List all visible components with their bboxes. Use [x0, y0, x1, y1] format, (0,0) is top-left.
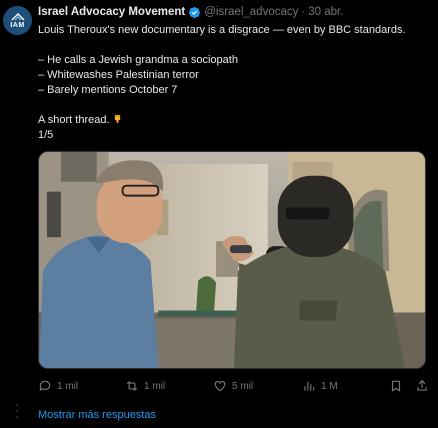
avatar-initials: IAM — [10, 21, 25, 29]
views-button[interactable]: 1 M — [302, 379, 338, 393]
flag-logo-icon — [11, 12, 24, 20]
point-down-emoji-icon — [114, 114, 120, 124]
reply-count: 1 mil — [57, 380, 79, 392]
tweet-content: Israel Advocacy Movement @israel_advocac… — [38, 4, 432, 143]
tweet-text-line: Louis Theroux's new documentary is a dis… — [38, 24, 406, 36]
thread-connector-dots — [16, 404, 18, 424]
heart-icon — [214, 381, 226, 392]
like-count: 5 mil — [232, 380, 254, 392]
tweet-article[interactable]: IAM Israel Advocacy Movement @israel_adv… — [0, 0, 438, 418]
tweet-text-line: – Whitewashes Palestinian terror — [38, 69, 199, 81]
header-separator: · — [301, 6, 306, 18]
thread-counter: 1/5 — [38, 129, 54, 141]
tweet-video-media[interactable] — [38, 151, 426, 369]
verified-badge-icon — [189, 6, 201, 18]
author-name[interactable]: Israel Advocacy Movement — [38, 6, 185, 18]
retweet-count: 1 mil — [144, 380, 166, 392]
tweet-timestamp[interactable]: 30 abr. — [308, 6, 343, 18]
avatar[interactable]: IAM — [3, 6, 32, 35]
show-more-replies-link[interactable]: Mostrar más respuestas — [38, 409, 156, 421]
avatar-column: IAM — [0, 0, 34, 428]
tweet-text-blank — [38, 98, 432, 113]
retweet-icon — [126, 381, 138, 391]
video-frame — [39, 152, 425, 368]
tweet-text-blank — [38, 38, 432, 53]
share-icon — [417, 379, 427, 391]
tweet-text-line: – He calls a Jewish grandma a sociopath — [38, 54, 238, 66]
tweet-text-closing: A short thread. — [38, 114, 110, 126]
tweet-text-line: – Barely mentions October 7 — [38, 84, 178, 96]
retweet-button[interactable]: 1 mil — [125, 379, 165, 393]
bookmark-button[interactable] — [389, 379, 408, 393]
views-chart-icon — [304, 381, 315, 391]
bookmark-icon — [391, 380, 401, 392]
tweet-actions: 1 mil 1 mil 5 mil 1 M — [38, 376, 432, 396]
tweet-text: Louis Theroux's new documentary is a dis… — [38, 23, 432, 143]
share-button[interactable] — [415, 379, 434, 393]
reply-icon — [39, 380, 51, 392]
like-button[interactable]: 5 mil — [213, 379, 253, 393]
author-handle[interactable]: @israel_advocacy — [204, 6, 298, 18]
tweet-header: Israel Advocacy Movement @israel_advocac… — [38, 4, 432, 20]
view-count: 1 M — [321, 380, 338, 392]
reply-button[interactable]: 1 mil — [38, 379, 78, 393]
tweet-text-line: A short thread. — [38, 113, 432, 128]
